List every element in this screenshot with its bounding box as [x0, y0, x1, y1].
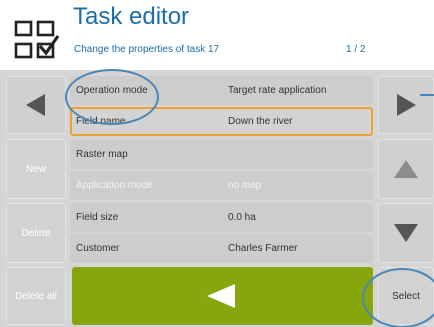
property-value: 0.0 ha — [228, 212, 256, 223]
property-row-operation-mode[interactable]: Operation mode Target rate application — [70, 76, 373, 105]
property-label: Field name — [76, 116, 126, 127]
property-row-field-size[interactable]: Field size 0.0 ha — [70, 203, 373, 232]
arrow-down-icon — [394, 224, 418, 242]
property-value: no map — [228, 180, 262, 191]
property-row-application-mode: Application mode no map — [70, 171, 373, 200]
property-label: Field size — [76, 212, 119, 223]
property-label: Raster map — [76, 149, 128, 160]
previous-button[interactable] — [6, 76, 66, 134]
play-back-icon — [207, 284, 235, 308]
delete-button-label: Delete — [21, 227, 51, 239]
property-label: Customer — [76, 243, 120, 254]
property-label: Operation mode — [76, 85, 148, 96]
confirm-button[interactable] — [72, 267, 373, 325]
delete-all-button-label: Delete all — [15, 290, 57, 302]
arrow-left-icon — [26, 94, 45, 116]
task-editor-screen: Task editor Change the properties of tas… — [0, 0, 434, 327]
highlight-pointer-line — [420, 94, 434, 96]
next-button[interactable] — [378, 76, 434, 134]
scroll-down-button[interactable] — [378, 203, 434, 263]
new-button[interactable]: New — [6, 139, 66, 199]
delete-button[interactable]: Delete — [6, 203, 66, 263]
new-button-label: New — [25, 163, 46, 175]
select-button[interactable]: Select — [378, 267, 434, 325]
property-value: Charles Farmer — [228, 243, 298, 254]
property-value: Down the river — [228, 116, 293, 127]
property-row-customer[interactable]: Customer Charles Farmer — [70, 234, 373, 263]
task-list-check-icon — [14, 20, 60, 59]
property-row-raster-map[interactable]: Raster map — [70, 140, 373, 169]
property-row-field-name[interactable]: Field name Down the river — [70, 107, 373, 136]
select-button-label: Select — [392, 290, 420, 302]
arrow-up-icon — [394, 160, 418, 178]
page-indicator: 1 / 2 — [346, 44, 366, 55]
arrow-right-icon — [397, 94, 416, 116]
scroll-up-button[interactable] — [378, 139, 434, 199]
page-subtitle: Change the properties of task 17 — [74, 44, 220, 55]
property-value: Target rate application — [228, 85, 327, 96]
page-title: Task editor — [73, 3, 190, 30]
delete-all-button[interactable]: Delete all — [6, 267, 66, 325]
property-label: Application mode — [76, 180, 153, 191]
